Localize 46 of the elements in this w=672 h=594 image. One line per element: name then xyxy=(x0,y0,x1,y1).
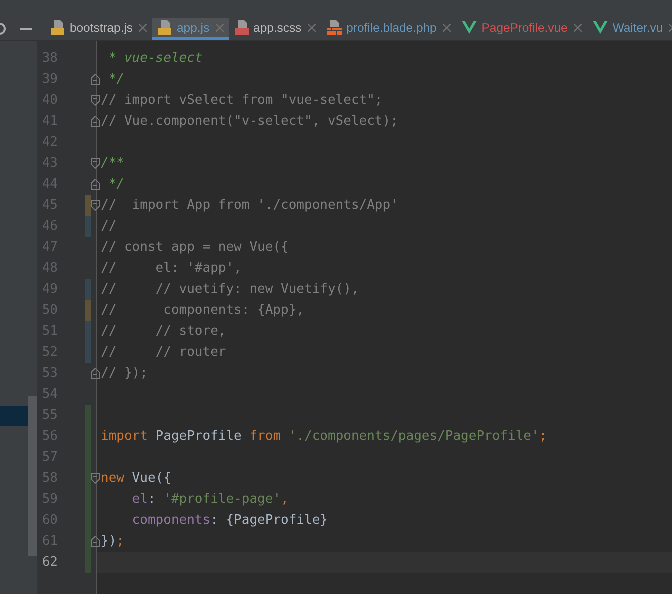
fold-icon[interactable] xyxy=(91,95,100,106)
code-line: import PageProfile from './components/pages/PageProfile'; xyxy=(101,429,548,444)
close-icon[interactable] xyxy=(308,24,316,32)
code-line: // // store, xyxy=(101,324,226,339)
js-file-icon xyxy=(158,20,172,35)
code-line: /** xyxy=(101,156,124,171)
gear-icon[interactable] xyxy=(0,23,6,35)
close-icon[interactable] xyxy=(574,24,582,32)
file-tab[interactable]: app.js xyxy=(152,18,229,40)
code-line: el: '#profile-page', xyxy=(131,492,289,507)
close-icon[interactable] xyxy=(139,24,148,32)
js-file-icon xyxy=(51,20,65,35)
code-line: * vue-select xyxy=(108,51,203,66)
file-tab[interactable]: bootstrap.js xyxy=(45,18,152,40)
code-line: // xyxy=(101,219,117,234)
code-line: // import vSelect from "vue-select"; xyxy=(101,93,383,108)
code-line: // el: '#app', xyxy=(101,261,242,276)
file-tab[interactable]: app.scss xyxy=(228,18,321,40)
unfold-icon[interactable] xyxy=(91,179,100,190)
code-line: // // vuetify: new Vuetify(), xyxy=(101,282,360,297)
code-line: // // router xyxy=(101,345,226,360)
code-line: // components: {App}, xyxy=(101,303,304,318)
sass-file-icon xyxy=(234,20,249,35)
code-line: // Vue.component("v-select", vSelect); xyxy=(101,114,398,129)
code-line: // import App from './components/App' xyxy=(101,198,398,213)
code-line: new Vue({ xyxy=(101,471,172,486)
unfold-icon[interactable] xyxy=(91,74,100,85)
fold-icon[interactable] xyxy=(91,473,100,484)
unfold-icon[interactable] xyxy=(91,368,100,379)
code-line: // }); xyxy=(101,366,148,381)
unfold-icon[interactable] xyxy=(91,116,100,127)
close-icon[interactable] xyxy=(442,24,451,32)
file-tab[interactable]: PageProfile.vue xyxy=(456,18,587,40)
file-tab[interactable]: profile.blade.php xyxy=(320,18,456,40)
unfold-icon[interactable] xyxy=(91,536,100,547)
fold-icon[interactable] xyxy=(91,200,100,211)
code-line: */ xyxy=(108,177,124,192)
vue-logo-icon xyxy=(592,21,608,34)
code-line: }); xyxy=(101,534,124,549)
fold-icon[interactable] xyxy=(91,158,100,169)
line-number: 62 xyxy=(41,555,58,570)
code-line: components: {PageProfile} xyxy=(131,513,328,528)
vue-logo-icon xyxy=(462,21,477,34)
file-tab[interactable]: Waiter.vu xyxy=(586,18,672,40)
code-line: // const app = new Vue({ xyxy=(101,240,289,255)
code-line: */ xyxy=(108,72,124,87)
